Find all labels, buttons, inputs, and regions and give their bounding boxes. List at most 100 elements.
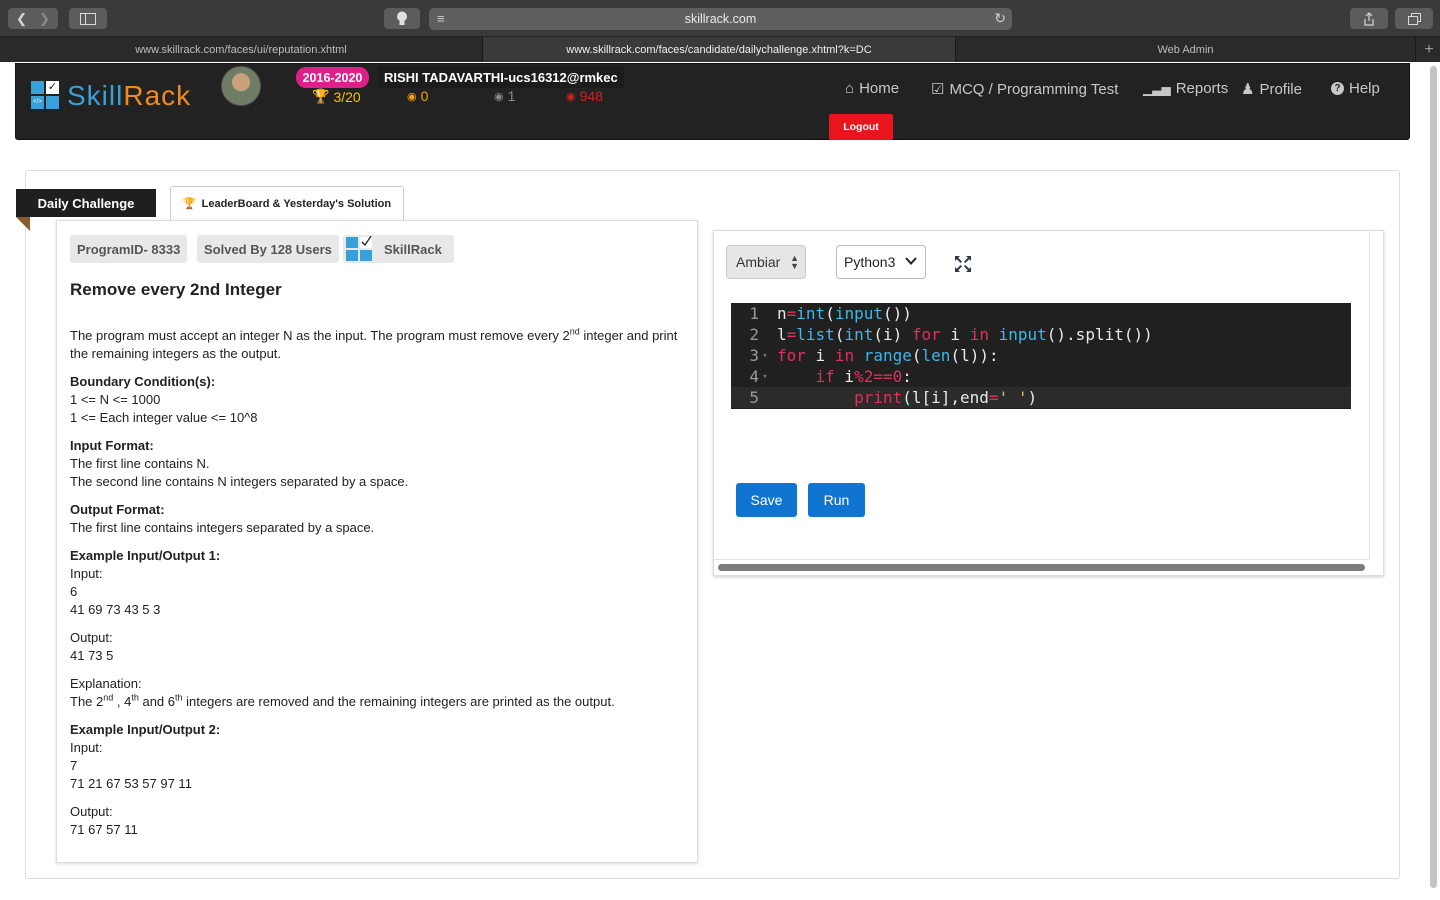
- skillrack-logo-icon: [346, 236, 372, 261]
- theme-value: Ambiar: [736, 254, 781, 270]
- bronze-medal-icon: ◉: [566, 90, 576, 103]
- browser-tab-webadmin[interactable]: Web Admin: [956, 37, 1416, 62]
- fold-arrow-icon[interactable]: ▾: [761, 372, 769, 382]
- nav-mcq-programming-test[interactable]: ☑ MCQ / Programming Test: [931, 80, 1118, 99]
- code-line: 1 n=int(input()): [731, 303, 1351, 324]
- program-id-badge: ProgramID- 8333: [70, 235, 188, 263]
- reload-icon[interactable]: ↻: [994, 10, 1006, 27]
- browser-tab-reputation[interactable]: www.skillrack.com/faces/ui/reputation.xh…: [0, 37, 483, 62]
- nav-reports[interactable]: ▁▃▅ Reports: [1143, 80, 1228, 97]
- code-editor[interactable]: 1 n=int(input()) 2 l=list(int(i) for i i…: [731, 303, 1351, 409]
- run-button[interactable]: Run: [808, 483, 865, 517]
- logo-text: SkillRack: [67, 80, 192, 111]
- silver-medal-icon: ◉: [494, 90, 504, 103]
- tab-label: www.skillrack.com/faces/ui/reputation.xh…: [135, 43, 347, 56]
- site-header: ✓ </> SkillRack 2016-2020 RISHI TADAVART…: [15, 63, 1410, 140]
- code-line: 2 l=list(int(i) for i in input().split()…: [731, 324, 1351, 345]
- username: RISHI TADAVARTHI-ucs16312@rmkec: [378, 66, 624, 88]
- browser-tab-bar: www.skillrack.com/faces/ui/reputation.xh…: [0, 37, 1440, 62]
- editor-panel: Ambiar ▲ ▼ Python3 1 n=int(input()) 2 l=l…: [713, 230, 1384, 576]
- tab-label: Web Admin: [1157, 43, 1214, 56]
- tab-leaderboard[interactable]: 🏆 LeaderBoard & Yesterday's Solution: [170, 186, 404, 220]
- back-forward-buttons[interactable]: ❮ ❯: [8, 8, 58, 29]
- forward-icon[interactable]: ❯: [39, 11, 50, 27]
- tab-leaderboard-label: LeaderBoard & Yesterday's Solution: [201, 197, 392, 210]
- line-number: 5: [749, 388, 759, 407]
- gold-count: 0: [420, 88, 429, 104]
- tab-fold-decoration: [16, 217, 30, 231]
- tab-daily-challenge[interactable]: Daily Challenge: [16, 189, 156, 217]
- trophy-icon: 🏆: [312, 88, 330, 104]
- line-number: 1: [749, 304, 759, 323]
- example-1-section: Example Input/Output 1: Input: 6 41 69 7…: [70, 548, 221, 617]
- trophy-stat: 🏆 3/20: [312, 88, 361, 105]
- problem-intro: The program must accept an integer N as …: [70, 326, 678, 361]
- bronze-medal-stat: ◉ 948: [566, 88, 603, 104]
- nav-help[interactable]: ? Help: [1331, 80, 1380, 97]
- batch-badge: 2016-2020: [296, 67, 369, 88]
- horizontal-scrollbar[interactable]: [718, 564, 1365, 571]
- explanation-section: Explanation: The 2nd , 4th and 6th integ…: [70, 676, 615, 709]
- line-number: 3: [749, 346, 759, 365]
- example-2-section: Example Input/Output 2: Input: 7 71 21 6…: [70, 722, 221, 791]
- editor-inner: Ambiar ▲ ▼ Python3 1 n=int(input()) 2 l=l…: [714, 231, 1370, 560]
- page-scrollbar[interactable]: [1430, 66, 1437, 888]
- code-line: 4 ▾ if i%2==0:: [731, 366, 1351, 387]
- back-icon[interactable]: ❮: [16, 11, 27, 27]
- fold-arrow-icon[interactable]: ▾: [761, 351, 769, 361]
- nav-home[interactable]: ⌂ Home: [845, 80, 899, 97]
- share-button[interactable]: [1350, 8, 1388, 29]
- example-1-output: Output: 41 73 5: [70, 630, 114, 663]
- updown-arrow-icon: ▲ ▼: [790, 253, 799, 271]
- boundary-section: Boundary Condition(s): 1 <= N <= 1000 1 …: [70, 374, 258, 425]
- browser-toolbar: ❮ ❯ ≡ skillrack.com ↻: [0, 0, 1440, 37]
- silver-medal-stat: ◉ 1: [494, 88, 515, 104]
- tabs-icon: [1407, 12, 1421, 25]
- trophy-icon: 🏆: [182, 198, 197, 210]
- logo-mark-icon: ✓ </>: [31, 81, 61, 111]
- sidebar-icon: [80, 12, 96, 25]
- bronze-count: 948: [579, 88, 603, 104]
- avatar[interactable]: [221, 66, 261, 106]
- skillrack-logo[interactable]: ✓ </> SkillRack: [31, 80, 191, 112]
- user-icon: ♟: [1241, 81, 1255, 98]
- browser-tab-dailychallenge[interactable]: www.skillrack.com/faces/candidate/dailyc…: [483, 37, 956, 62]
- lightbulb-icon: [397, 11, 407, 25]
- checkbox-icon: ☑: [931, 81, 945, 98]
- chevron-down-icon: [905, 257, 917, 265]
- extension-button[interactable]: [384, 8, 420, 29]
- problem-panel: ProgramID- 8333 Solved By 128 Users Skil…: [56, 220, 698, 863]
- language-value: Python3: [844, 254, 896, 270]
- address-bar[interactable]: ≡ skillrack.com ↻: [429, 8, 1012, 30]
- line-number: 2: [749, 325, 759, 344]
- source-badge: SkillRack: [343, 235, 454, 263]
- reader-icon[interactable]: ≡: [437, 11, 445, 26]
- source-label: SkillRack: [384, 241, 442, 257]
- tabs-overview-button[interactable]: [1395, 8, 1433, 29]
- example-2-output: Output: 71 67 57 11: [70, 804, 138, 837]
- new-tab-button[interactable]: +: [1418, 37, 1440, 62]
- tab-label: www.skillrack.com/faces/candidate/dailyc…: [566, 43, 872, 56]
- output-format-section: Output Format: The first line contains i…: [70, 502, 375, 535]
- input-format-section: Input Format: The first line contains N.…: [70, 438, 409, 489]
- code-line: 3 ▾ for i in range(len(l)):: [731, 345, 1351, 366]
- line-number: 4: [749, 367, 759, 386]
- logout-button[interactable]: Logout: [829, 114, 893, 140]
- save-button[interactable]: Save: [736, 483, 797, 517]
- share-icon: [1364, 11, 1374, 26]
- bar-chart-icon: ▁▃▅: [1143, 81, 1171, 96]
- problem-title: Remove every 2nd Integer: [70, 280, 282, 299]
- problem-description: The program must accept an integer N as …: [70, 327, 690, 849]
- trophy-count: 3/20: [333, 88, 361, 105]
- code-line-active: 5 print(l[i],end=' '): [731, 387, 1351, 408]
- home-icon: ⌂: [845, 80, 855, 97]
- sidebar-toggle-button[interactable]: [69, 8, 107, 29]
- gold-medal-icon: ◉: [407, 90, 417, 103]
- language-select[interactable]: Python3: [836, 245, 926, 279]
- fullscreen-icon[interactable]: [954, 255, 972, 273]
- address-text: skillrack.com: [684, 12, 757, 26]
- nav-profile[interactable]: ♟ Profile: [1241, 80, 1302, 99]
- theme-select[interactable]: Ambiar ▲ ▼: [726, 245, 806, 279]
- silver-count: 1: [507, 88, 516, 104]
- question-icon: ?: [1331, 82, 1344, 95]
